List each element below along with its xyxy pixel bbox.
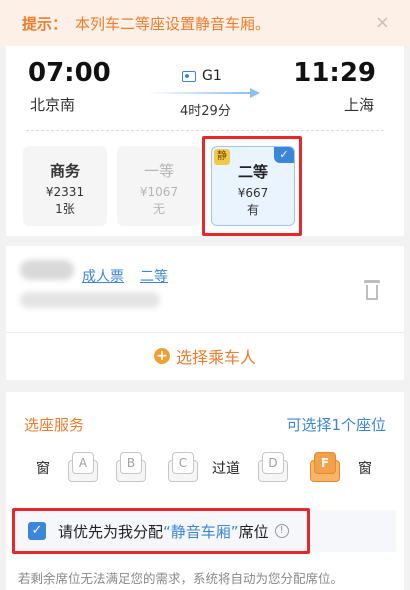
train-number-label: G1 — [202, 68, 222, 84]
notice-text: 本列车二等座设置静音车厢。 — [75, 14, 271, 33]
seat-class-availability: 无 — [152, 202, 165, 216]
trash-icon[interactable] — [364, 280, 380, 300]
select-passenger-button[interactable]: + 选择乘车人 — [6, 344, 404, 368]
seat-service-count: 可选择1个座位 — [286, 416, 386, 434]
seat-c-button[interactable]: C — [168, 452, 198, 482]
divider — [6, 332, 404, 333]
assignment-hint: 若剩余席位无法满足您的需求，系统将自动为您分配席位。 — [18, 571, 344, 586]
preference-suffix: 席位 — [238, 522, 269, 541]
arrive-station: 上海 — [343, 96, 374, 114]
seat-service-title: 选座服务 — [24, 416, 85, 434]
depart-time: 07:00 — [28, 58, 111, 88]
preference-checkbox[interactable]: ✓ — [28, 522, 46, 540]
passenger-id-redacted — [20, 292, 160, 308]
seat-class-availability: 有 — [246, 203, 259, 217]
divider — [26, 130, 384, 131]
seat-d-button[interactable]: D — [258, 452, 288, 482]
seat-class-name: 商务 — [49, 162, 80, 180]
seat-class-second[interactable]: 静 ✓ 二等 ¥667 有 — [211, 146, 295, 226]
seat-class-business[interactable]: 商务 ¥2331 1张 — [23, 146, 107, 226]
seat-a-button[interactable]: A — [68, 452, 98, 482]
preference-highlight: “静音车厢” — [163, 522, 239, 541]
quiet-carriage-preference[interactable]: ✓ 请优先为我分配 “静音车厢” 席位 ! — [14, 510, 396, 552]
notice-bar: 提示： 本列车二等座设置静音车厢。 × — [0, 0, 410, 46]
seat-class-price: ¥1067 — [139, 185, 179, 199]
ticket-type-link[interactable]: 成人票 — [82, 266, 124, 286]
preference-prefix: 请优先为我分配 — [58, 522, 164, 541]
seat-class-price: ¥667 — [237, 186, 269, 200]
route-arrow-icon — [146, 88, 260, 98]
passenger-card: 成人票 二等 + 选择乘车人 — [6, 246, 404, 380]
seat-f-button[interactable]: F — [310, 452, 340, 482]
seat-selection-card: 选座服务 可选择1个座位 窗 A B C 过道 D F 窗 ✓ 请优先为我分配 … — [6, 392, 404, 590]
seat-class-link[interactable]: 二等 — [140, 266, 168, 286]
passenger-name-redacted — [20, 260, 74, 280]
close-icon[interactable]: × — [375, 12, 390, 33]
seat-class-price: ¥2331 — [45, 185, 85, 199]
seat-class-first[interactable]: 一等 ¥1067 无 — [117, 146, 201, 226]
seat-b-button[interactable]: B — [116, 452, 146, 482]
arrive-time: 11:29 — [293, 58, 376, 88]
aisle-label: 过道 — [212, 461, 240, 477]
train-info-icon — [182, 70, 196, 82]
info-icon[interactable]: ! — [274, 524, 289, 538]
window-label: 窗 — [358, 461, 372, 477]
notice-label: 提示： — [22, 14, 68, 33]
seat-class-name: 一等 — [143, 162, 174, 180]
plus-icon: + — [153, 348, 170, 364]
quiet-carriage-badge: 静 — [214, 149, 230, 165]
selected-check-icon: ✓ — [274, 147, 294, 163]
window-label: 窗 — [36, 461, 50, 477]
depart-station: 北京南 — [30, 96, 76, 114]
select-passenger-label: 选择乘车人 — [175, 348, 256, 367]
trip-duration: 4时29分 — [180, 104, 231, 119]
seat-class-availability: 1张 — [55, 202, 75, 216]
train-number[interactable]: G1 — [182, 68, 222, 84]
trip-card: 07:00 北京南 11:29 上海 G1 4时29分 商务 ¥2331 1张 … — [6, 46, 404, 236]
